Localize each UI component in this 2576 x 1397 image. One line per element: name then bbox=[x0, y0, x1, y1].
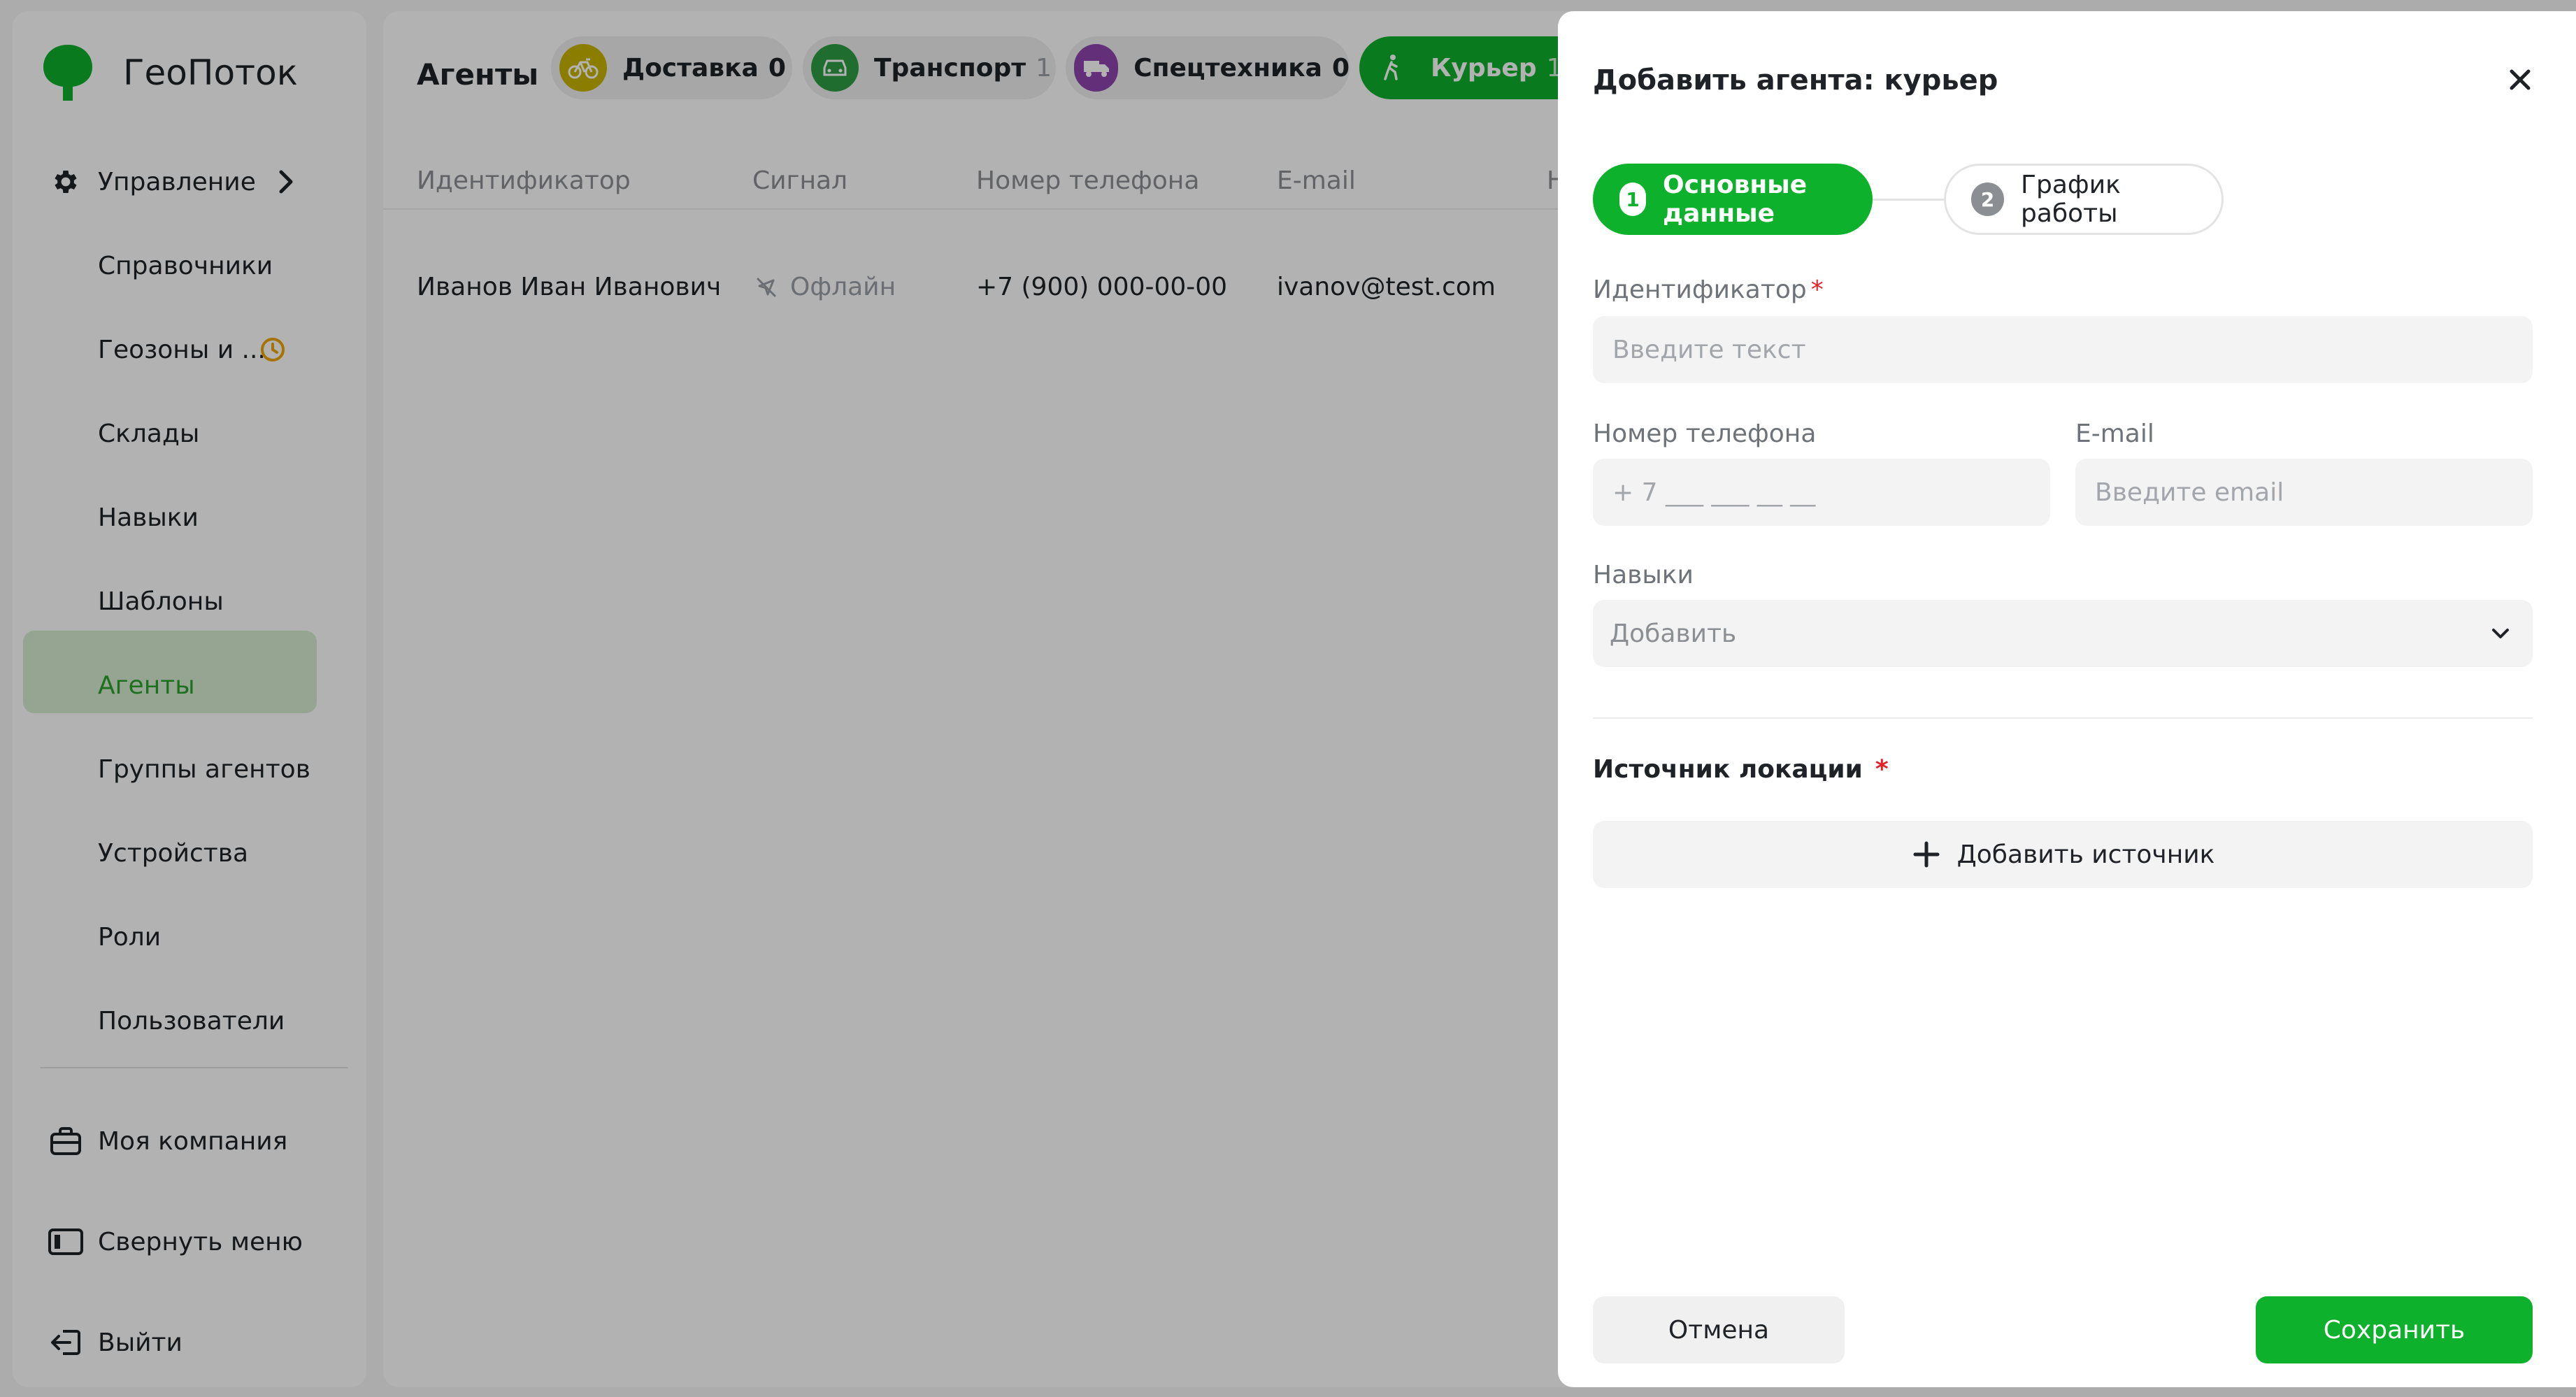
close-button[interactable] bbox=[2500, 60, 2540, 99]
step-connector bbox=[1873, 199, 1944, 201]
chevron-down-icon bbox=[2492, 629, 2509, 638]
step-label: Основные данные bbox=[1663, 171, 1808, 228]
identifier-label: Идентификатор * bbox=[1593, 275, 1824, 304]
step-basic-data[interactable]: 1 Основные данные bbox=[1593, 164, 1873, 235]
skills-select[interactable]: Добавить bbox=[1593, 600, 2533, 667]
email-input[interactable] bbox=[2075, 459, 2533, 526]
step-work-schedule[interactable]: 2 График работы bbox=[1944, 164, 2224, 235]
location-source-title: Источник локации * bbox=[1593, 755, 1889, 784]
drawer-title: Добавить агента: курьер bbox=[1593, 64, 1998, 96]
plus-icon bbox=[1913, 841, 1940, 868]
identifier-label-text: Идентификатор bbox=[1593, 275, 1807, 304]
save-button[interactable]: Сохранить bbox=[2256, 1296, 2533, 1363]
skills-select-value: Добавить bbox=[1610, 619, 1737, 648]
step-number: 2 bbox=[1971, 182, 2005, 216]
identifier-input[interactable] bbox=[1593, 316, 2533, 383]
email-label: E-mail bbox=[2075, 420, 2154, 448]
phone-label: Номер телефона bbox=[1593, 420, 1817, 448]
phone-input[interactable] bbox=[1593, 459, 2050, 526]
close-icon bbox=[2510, 69, 2531, 90]
step-number: 1 bbox=[1619, 182, 1647, 216]
step-label: График работы bbox=[2021, 171, 2121, 228]
required-mark: * bbox=[1875, 755, 1889, 784]
add-agent-drawer: Добавить агента: курьер 1 Основные данны… bbox=[1558, 11, 2576, 1387]
cancel-button[interactable]: Отмена bbox=[1593, 1296, 1845, 1363]
location-source-title-text: Источник локации bbox=[1593, 755, 1863, 784]
add-source-button[interactable]: Добавить источник bbox=[1593, 821, 2533, 888]
required-mark: * bbox=[1810, 275, 1824, 304]
section-divider bbox=[1593, 717, 2533, 719]
app-window: ГеоПоток Управление Справочники Геозоны … bbox=[0, 0, 2576, 1397]
skills-label: Навыки bbox=[1593, 561, 1694, 589]
add-source-label: Добавить источник bbox=[1956, 840, 2215, 869]
